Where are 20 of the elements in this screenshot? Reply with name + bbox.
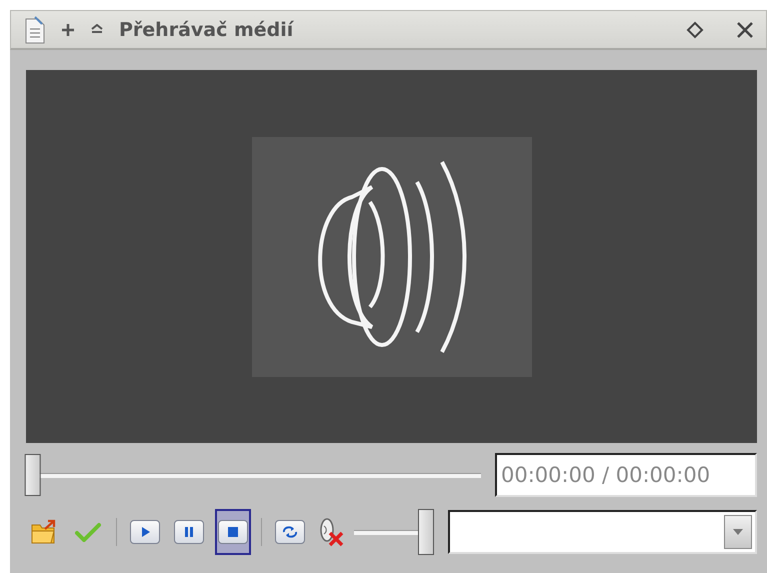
position-slider[interactable] xyxy=(26,454,481,496)
repeat-icon xyxy=(282,526,298,538)
dropdown-arrow-icon[interactable] xyxy=(732,528,744,536)
slider-thumb[interactable] xyxy=(418,509,434,555)
slider-thumb[interactable] xyxy=(24,454,41,496)
checkmark-icon xyxy=(75,522,101,542)
stop-button[interactable] xyxy=(215,509,251,555)
volume-slider[interactable] xyxy=(354,509,434,555)
diamond-icon[interactable] xyxy=(686,20,704,38)
stop-icon xyxy=(227,526,239,538)
folder-icon xyxy=(30,519,58,545)
close-icon[interactable] xyxy=(736,20,754,38)
document-icon xyxy=(23,14,47,44)
collapse-icon[interactable] xyxy=(89,24,105,36)
zoom-dropdown[interactable] xyxy=(448,510,757,554)
pause-icon xyxy=(183,526,195,538)
plus-icon[interactable] xyxy=(61,22,75,36)
window-title: Přehrávač médií xyxy=(119,18,295,40)
time-display: 00:00:00 / 00:00:00 xyxy=(495,453,757,497)
play-icon xyxy=(139,526,151,538)
